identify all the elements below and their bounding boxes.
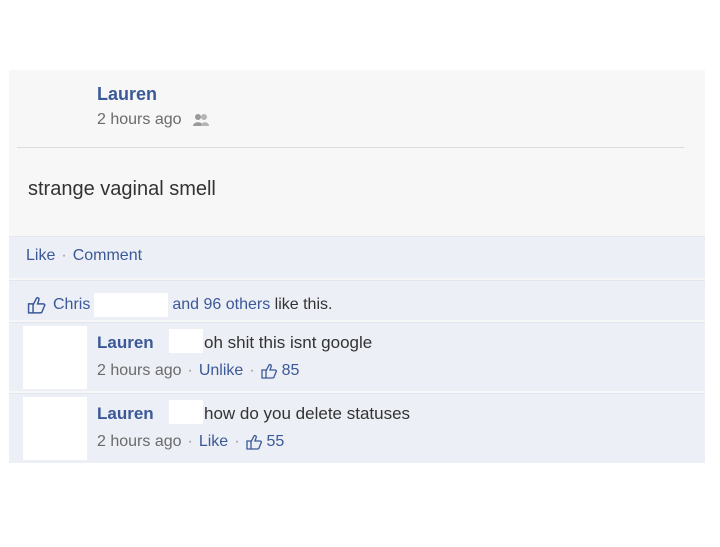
thumbs-up-icon[interactable] xyxy=(245,434,263,450)
avatar[interactable] xyxy=(23,326,87,389)
separator-dot: · xyxy=(187,362,193,379)
redaction-box xyxy=(169,329,203,353)
thumbs-up-icon xyxy=(27,296,46,314)
status-post: Lauren 2 hours ago strange vaginal smell… xyxy=(9,70,705,463)
post-author-name[interactable]: Lauren xyxy=(97,84,157,105)
comment-text: how do you delete statuses xyxy=(204,404,411,423)
others-link[interactable]: and 96 others xyxy=(172,296,270,314)
avatar[interactable] xyxy=(23,397,87,460)
thumbs-up-icon[interactable] xyxy=(260,363,278,379)
likes-suffix: like this. xyxy=(274,295,333,313)
comment-text: oh shit this isnt google xyxy=(204,333,373,352)
separator-dot: · xyxy=(249,362,255,379)
post-timestamp[interactable]: 2 hours ago xyxy=(97,111,182,129)
divider xyxy=(17,147,684,148)
comment-author[interactable]: Lauren xyxy=(97,404,154,424)
comment-author[interactable]: Lauren xyxy=(97,333,154,353)
comment-timestamp[interactable]: 2 hours ago xyxy=(97,362,182,380)
comment-meta: 2 hours ago · Unlike · 85 xyxy=(97,362,299,380)
comment: Lauren how do you delete statuses 2 hour… xyxy=(9,393,705,463)
comment-link[interactable]: Comment xyxy=(73,247,142,264)
separator-dot: · xyxy=(61,247,67,264)
comment-timestamp[interactable]: 2 hours ago xyxy=(97,433,182,451)
status-text: strange vaginal smell xyxy=(28,178,216,200)
likes-summary: Chris and 96 others like this. xyxy=(9,280,705,320)
separator-dot: · xyxy=(234,433,240,450)
liker-name[interactable]: Chris xyxy=(53,296,90,314)
friends-icon[interactable] xyxy=(192,113,210,127)
unlike-link[interactable]: Unlike xyxy=(199,362,243,380)
redaction-box xyxy=(94,292,169,317)
comment-meta: 2 hours ago · Like · 55 xyxy=(97,433,284,451)
post-meta: 2 hours ago xyxy=(97,111,210,129)
comment-like-count[interactable]: 55 xyxy=(267,433,285,451)
comment-like-count[interactable]: 85 xyxy=(282,362,300,380)
comment: Lauren oh shit this isnt google 2 hours … xyxy=(9,322,705,391)
redaction-box xyxy=(169,400,203,424)
post-actions-bar: Like · Comment xyxy=(9,236,705,278)
like-link[interactable]: Like xyxy=(26,247,55,264)
like-link[interactable]: Like xyxy=(199,433,228,451)
separator-dot: · xyxy=(187,433,193,450)
